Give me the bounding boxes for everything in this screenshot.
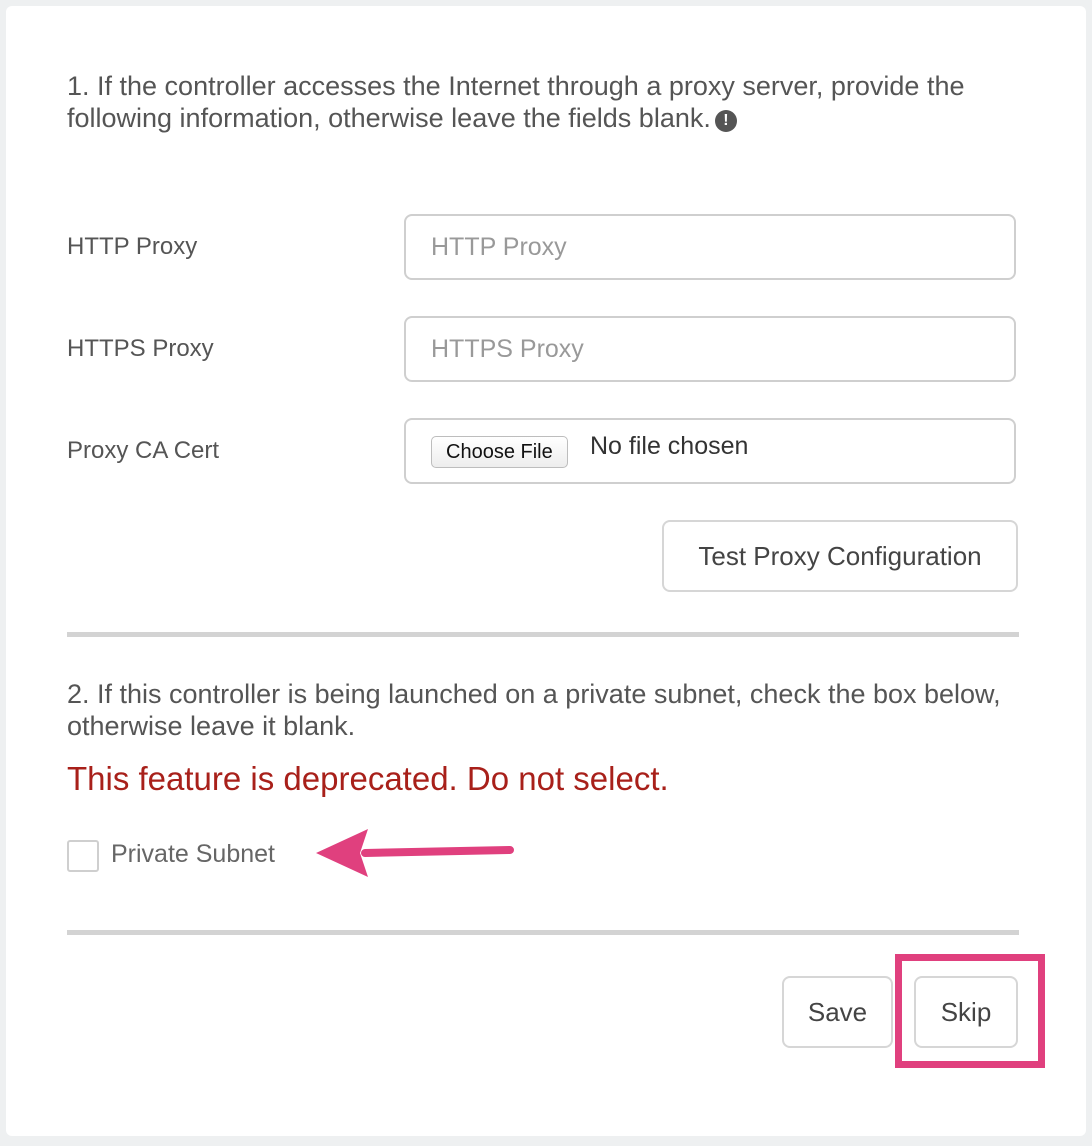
divider bbox=[67, 930, 1019, 935]
private-subnet-label[interactable]: Private Subnet bbox=[111, 840, 275, 869]
https-proxy-input[interactable] bbox=[404, 316, 1016, 382]
divider bbox=[67, 632, 1019, 637]
highlight-box bbox=[895, 954, 1045, 1068]
https-proxy-label: HTTPS Proxy bbox=[67, 335, 214, 362]
arrow-left-icon bbox=[316, 829, 514, 877]
choose-file-button[interactable]: Choose File bbox=[431, 436, 568, 468]
private-subnet-checkbox[interactable] bbox=[67, 840, 99, 872]
http-proxy-input[interactable] bbox=[404, 214, 1016, 280]
http-proxy-label: HTTP Proxy bbox=[67, 233, 198, 260]
private-subnet-instructions: 2. If this controller is being launched … bbox=[67, 679, 1001, 741]
proxy-ca-cert-file-input[interactable]: Choose File No file chosen bbox=[404, 418, 1016, 484]
deprecation-warning: This feature is deprecated. Do not selec… bbox=[67, 760, 669, 797]
save-button[interactable]: Save bbox=[782, 976, 893, 1048]
test-proxy-button[interactable]: Test Proxy Configuration bbox=[662, 520, 1018, 592]
proxy-ca-cert-label: Proxy CA Cert bbox=[67, 437, 220, 464]
exclamation-circle-icon[interactable]: ! bbox=[714, 110, 737, 132]
proxy-instructions: 1. If the controller accesses the Intern… bbox=[67, 70, 1027, 134]
file-status-text: No file chosen bbox=[590, 432, 749, 460]
proxy-instructions-text: 1. If the controller accesses the Intern… bbox=[67, 71, 965, 133]
